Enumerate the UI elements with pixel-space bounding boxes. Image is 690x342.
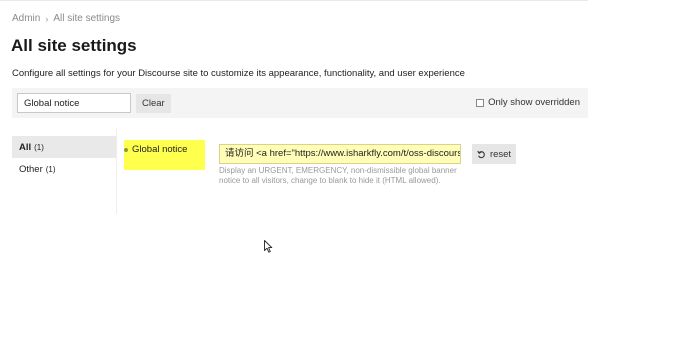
breadcrumb-current: All site settings (53, 13, 121, 24)
setting-marker-dot (124, 148, 128, 152)
reset-button[interactable]: reset (472, 144, 516, 164)
only-show-overridden-label: Only show overridden (488, 97, 580, 108)
category-nav: All (1) Other (1) (12, 136, 116, 180)
mouse-pointer-icon (264, 240, 273, 253)
page-description: Configure all settings for your Discours… (12, 68, 465, 79)
category-label: Other (19, 163, 43, 175)
clear-filter-button[interactable]: Clear (136, 94, 171, 113)
header-divider (0, 0, 588, 1)
page-title: All site settings (11, 36, 137, 55)
breadcrumb: Admin › All site settings (12, 13, 120, 24)
setting-label-highlight: Global notice (124, 140, 205, 170)
undo-icon (477, 150, 485, 158)
chevron-right-icon: › (45, 13, 49, 24)
category-count: (1) (45, 164, 56, 174)
global-notice-input[interactable]: 请访问 <a href="https://www.isharkfly.com/t… (219, 144, 461, 164)
settings-filter-input[interactable] (17, 93, 131, 113)
nav-divider (116, 128, 117, 214)
category-item-all[interactable]: All (1) (12, 136, 116, 158)
category-label: All (19, 141, 32, 153)
only-show-overridden-toggle[interactable]: Only show overridden (476, 97, 580, 108)
setting-label: Global notice (132, 144, 188, 155)
only-show-overridden-checkbox[interactable] (476, 98, 485, 107)
category-item-other[interactable]: Other (1) (12, 158, 116, 180)
category-count: (1) (34, 142, 44, 152)
reset-label: reset (489, 148, 512, 160)
breadcrumb-admin-link[interactable]: Admin (12, 13, 40, 24)
setting-help-text: Display an URGENT, EMERGENCY, non-dismis… (219, 166, 457, 185)
settings-filter-bar: Clear Only show overridden (12, 88, 588, 118)
